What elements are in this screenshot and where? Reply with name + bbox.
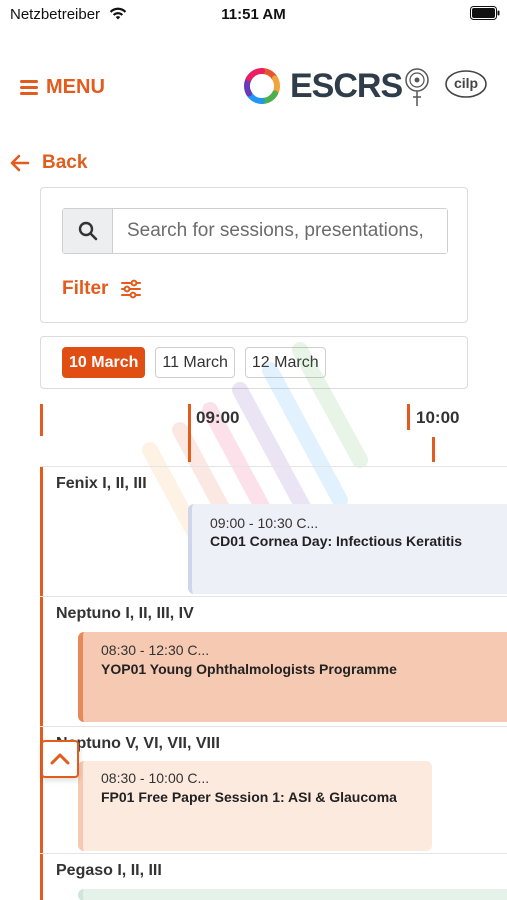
back-label: Back [42,152,88,173]
partner-cilp-text: cilp [453,75,479,91]
status-time: 11:51 AM [221,6,286,23]
session-card[interactable]: 08:30 - 12:30 C... YOP01 Young Ophthalmo… [78,632,507,722]
arrow-left-icon [10,154,30,172]
room-row: Fenix I, II, III 09:00 - 10:30 C... CD01… [40,466,507,597]
session-card[interactable]: 08:30 - 10:00 C... FP01 Free Paper Sessi… [78,761,432,851]
filter-label: Filter [62,278,109,299]
room-name: Neptuno I, II, III, IV [56,605,194,622]
room-row: Neptuno I, II, III, IV 08:30 - 12:30 C..… [40,596,507,727]
session-time: 09:00 - 10:30 C... [210,515,319,531]
room-name: Pegaso I, II, III [56,862,162,879]
room-row: Neptuno V, VI, VII, VIII 08:30 - 10:00 C… [40,726,507,854]
search-input[interactable] [113,209,447,253]
room-bar [40,854,43,900]
partner-emblem-logo [405,68,429,106]
session-card-partial[interactable] [78,889,507,900]
search-icon-button[interactable] [63,209,113,253]
room-bar [40,467,43,597]
menu-label: MENU [46,75,105,98]
chevron-up-icon [50,753,70,765]
timeline-tick-marker [432,437,435,462]
session-time: 08:30 - 12:30 C... [101,642,210,658]
room-name: Neptuno V, VI, VII, VIII [56,735,220,752]
battery-icon [470,6,500,20]
room-name: Fenix I, II, III [56,475,147,492]
timeline-label-0900: 09:00 [196,408,240,427]
timeline-label-1000: 10:00 [416,408,460,427]
session-time: 08:30 - 10:00 C... [101,770,210,786]
search-icon [78,221,97,241]
back-button[interactable]: Back [10,150,87,176]
session-title: YOP01 Young Ophthalmologists Programme [101,661,397,677]
room-row: Pegaso I, II, III [40,853,507,900]
sliders-icon [121,279,142,299]
escrs-logo-mark [244,67,280,105]
escrs-logo[interactable]: ESCRS [242,66,403,106]
session-title: CD01 Cornea Day: Infectious Keratitis [210,533,463,549]
timeline-tick-0900 [188,404,191,462]
escrs-logo-text: ESCRS [290,67,403,105]
filter-button[interactable]: Filter [62,278,142,300]
hamburger-icon [20,79,38,95]
status-bar: Netzbetreiber 11:51 AM [0,0,507,30]
menu-button[interactable]: MENU [20,74,105,100]
timeline-start-marker [40,404,43,436]
session-title: FP01 Free Paper Session 1: ASI & Glaucom… [101,789,397,805]
session-card[interactable]: 09:00 - 10:30 C... CD01 Cornea Day: Infe… [188,504,507,594]
room-bar [40,597,43,727]
partner-cilp-logo: cilp [444,68,488,100]
timeline-header: 09:00 10:00 [40,404,507,464]
search-group [62,208,448,254]
search-card: Filter [40,187,468,323]
timeline-tick-1000 [407,404,410,430]
scroll-to-top-button[interactable] [41,740,79,778]
